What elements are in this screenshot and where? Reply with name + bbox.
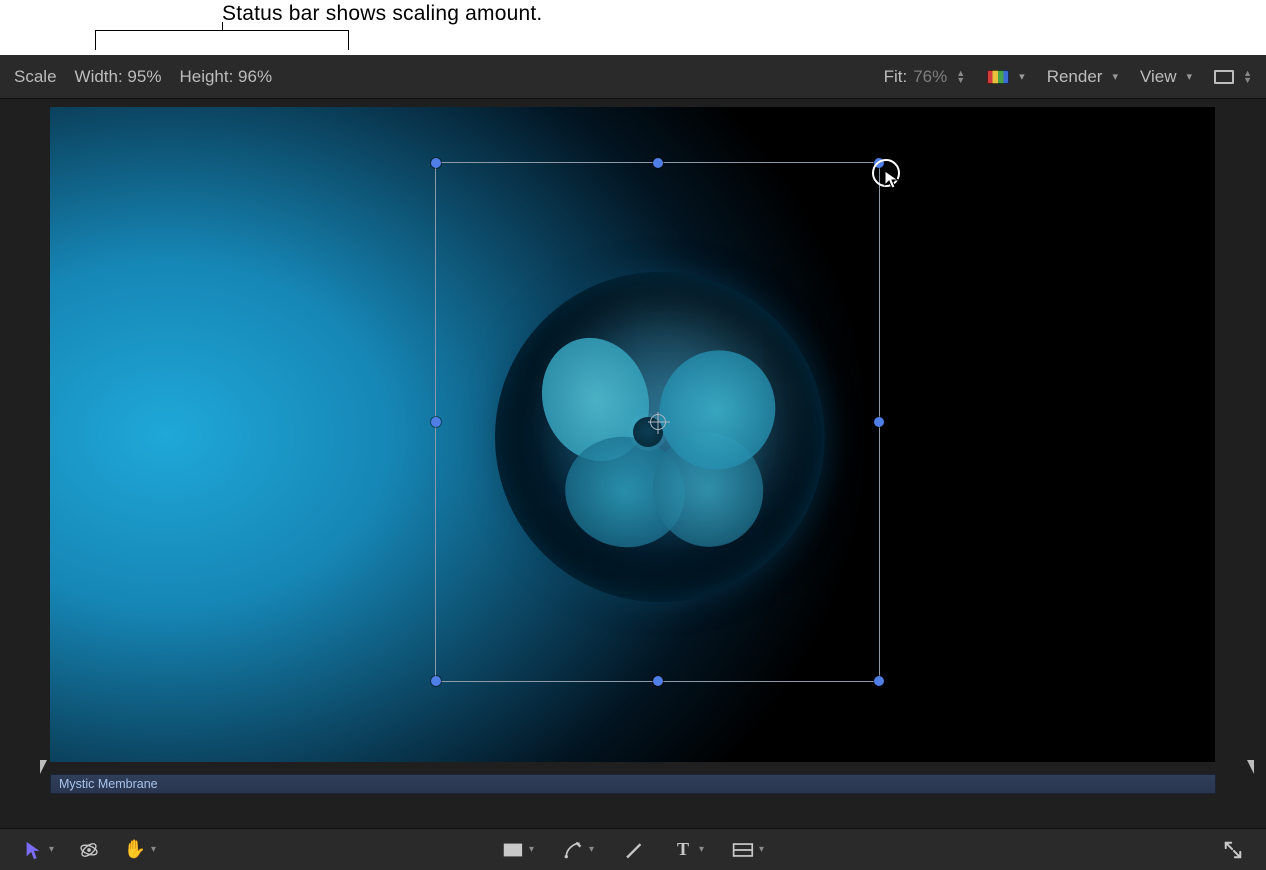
canvas[interactable] (50, 107, 1215, 762)
bezier-tool-button[interactable]: ▾ (562, 840, 594, 860)
timeline-out-marker[interactable] (1247, 760, 1254, 774)
timeline-in-marker[interactable] (40, 760, 47, 774)
fit-label: Fit: (884, 67, 908, 87)
text-icon: T (672, 840, 694, 860)
callout-text: Status bar shows scaling amount. (222, 2, 542, 26)
chevron-down-icon: ▾ (1019, 70, 1025, 83)
player-mode-toggle-button[interactable] (1222, 840, 1244, 860)
pen-icon (562, 840, 584, 860)
annotation-callout: Status bar shows scaling amount. (0, 0, 1266, 55)
rectangle-outline-icon (732, 840, 754, 860)
scale-cursor-icon (872, 159, 900, 187)
stepper-icon: ▲▼ (956, 70, 965, 84)
paint-stroke-tool-button[interactable] (622, 840, 644, 860)
callout-bracket (95, 30, 349, 50)
select-tool-button[interactable]: ▾ (22, 840, 54, 860)
chevron-down-icon: ▾ (1187, 70, 1193, 83)
render-menu[interactable]: Render ▾ (1047, 67, 1118, 87)
resize-handle-bottom-left[interactable] (431, 676, 441, 686)
resize-handle-bottom[interactable] (653, 676, 663, 686)
viewport-layout-icon (1214, 70, 1234, 84)
resize-handle-left[interactable] (431, 417, 441, 427)
stepper-icon: ▲▼ (1243, 70, 1252, 84)
anchor-point-icon[interactable] (650, 414, 666, 430)
status-width: Width: 95% (75, 67, 162, 87)
rectangle-icon (502, 840, 524, 860)
app-window: Scale Width: 95% Height: 96% Fit: 76% ▲▼… (0, 55, 1266, 870)
resize-handle-top[interactable] (653, 158, 663, 168)
shape-tool-button[interactable]: ▾ (732, 840, 764, 860)
bottom-toolbar-center: ▾ ▾ T ▾ (502, 840, 764, 860)
resize-handle-right[interactable] (874, 417, 884, 427)
chevron-down-icon: ▾ (699, 844, 704, 855)
3d-transform-tool-button[interactable] (78, 840, 100, 860)
resize-handle-bottom-right[interactable] (874, 676, 884, 686)
rectangle-mask-tool-button[interactable]: ▾ (502, 840, 534, 860)
bottom-toolbar: ▾ ✋ ▾ ▾ (0, 828, 1266, 870)
orbit-icon (78, 840, 100, 860)
chevron-down-icon: ▾ (49, 844, 54, 855)
text-tool-button[interactable]: T ▾ (672, 840, 704, 860)
view-label: View (1140, 67, 1177, 87)
chevron-down-icon: ▾ (529, 844, 534, 855)
hand-icon: ✋ (124, 840, 146, 860)
canvas-area: Mystic Membrane (0, 99, 1266, 814)
status-height: Height: 96% (179, 67, 272, 87)
mini-timeline-clip[interactable]: Mystic Membrane (50, 774, 1216, 794)
status-mode: Scale (14, 67, 57, 87)
brush-icon (622, 840, 644, 860)
view-menu[interactable]: View ▾ (1140, 67, 1192, 87)
arrow-cursor-icon (884, 170, 902, 190)
chevron-down-icon: ▾ (1112, 70, 1118, 83)
status-bar-left: Scale Width: 95% Height: 96% (14, 67, 884, 87)
pan-tool-button[interactable]: ✋ ▾ (124, 840, 156, 860)
arrow-cursor-icon (22, 840, 44, 860)
chevron-down-icon: ▾ (589, 844, 594, 855)
chevron-down-icon: ▾ (759, 844, 764, 855)
transform-bounding-box[interactable] (435, 162, 880, 682)
fit-value: 76% (913, 67, 947, 87)
expand-diagonal-icon (1222, 840, 1244, 860)
status-bar-right: Fit: 76% ▲▼ ▾ Render ▾ View ▾ ▲▼ (884, 67, 1252, 87)
zoom-fit-control[interactable]: Fit: 76% ▲▼ (884, 67, 966, 87)
clip-name: Mystic Membrane (59, 777, 158, 791)
viewport-layout-menu[interactable]: ▲▼ (1214, 70, 1252, 84)
color-channels-menu[interactable]: ▾ (987, 70, 1025, 84)
color-channels-icon (987, 70, 1009, 84)
resize-handle-top-left[interactable] (431, 158, 441, 168)
chevron-down-icon: ▾ (151, 844, 156, 855)
status-bar: Scale Width: 95% Height: 96% Fit: 76% ▲▼… (0, 55, 1266, 99)
callout-stem (222, 22, 223, 30)
render-label: Render (1047, 67, 1103, 87)
